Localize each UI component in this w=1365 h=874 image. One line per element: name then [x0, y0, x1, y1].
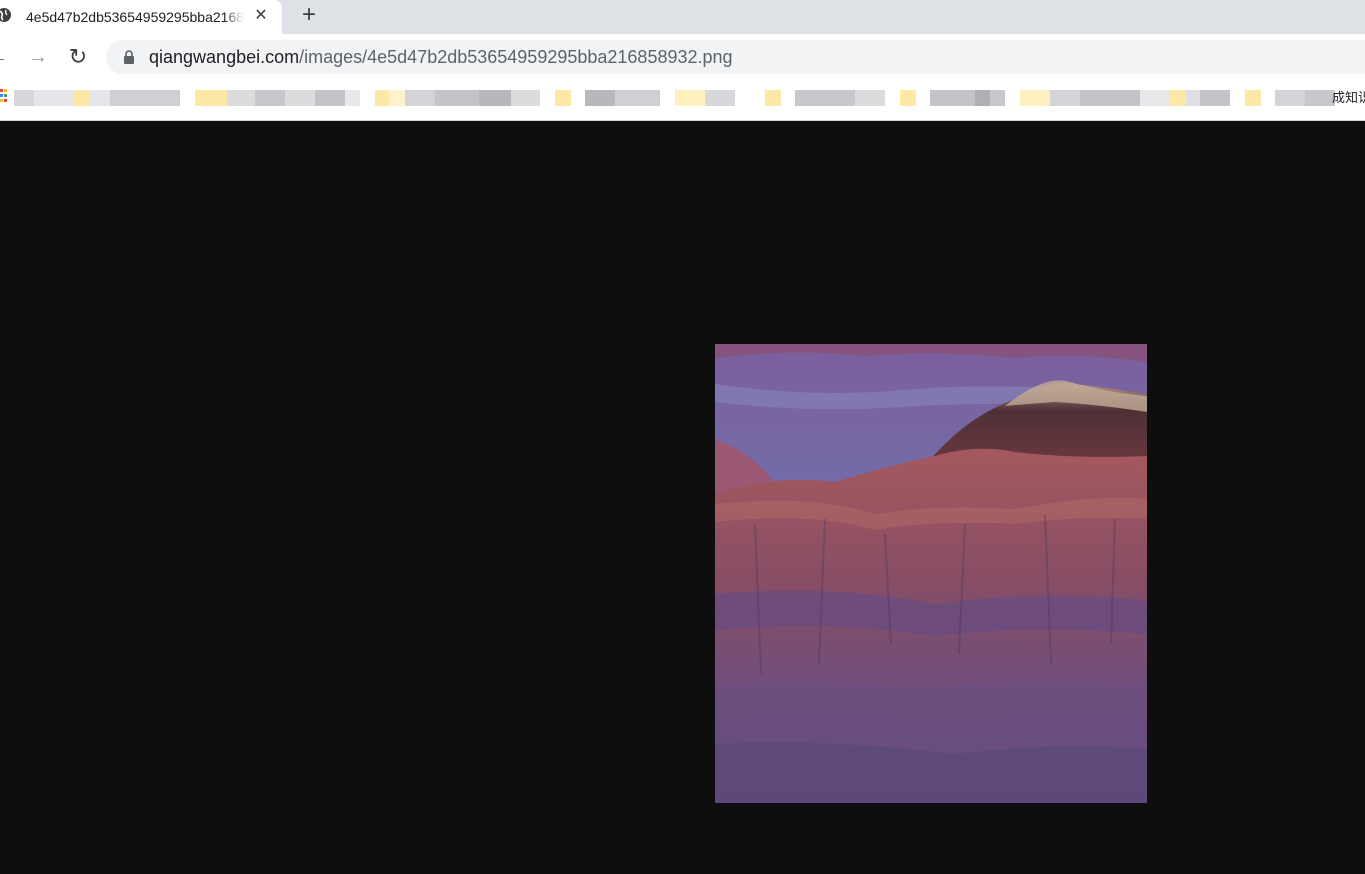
url-text[interactable]: qiangwangbei.com/images/4e5d47b2db536549…: [149, 47, 733, 67]
url-path: /images/4e5d47b2db53654959295bba21685893…: [299, 47, 733, 67]
back-button[interactable]: ←: [0, 45, 10, 69]
lock-icon: [124, 50, 134, 64]
image-viewer-background: [0, 121, 1365, 874]
reload-button[interactable]: ↻: [66, 45, 90, 69]
active-tab[interactable]: 4e5d47b2db53654959295bba216858932.png ✕: [0, 0, 282, 34]
bookmark-item-label[interactable]: 成知识: [1332, 89, 1365, 107]
browser-toolbar: ← → ↻ qiangwangbei.com/images/4e5d47b2db…: [0, 34, 1365, 80]
address-bar[interactable]: qiangwangbei.com/images/4e5d47b2db536549…: [106, 40, 1365, 74]
forward-button[interactable]: →: [26, 45, 50, 69]
bookmark-item[interactable]: [195, 90, 360, 106]
bookmark-item[interactable]: [375, 90, 540, 106]
tab-close-icon[interactable]: ✕: [251, 6, 271, 26]
globe-icon: [0, 8, 11, 22]
bookmark-item[interactable]: [14, 90, 180, 106]
bookmark-item[interactable]: [675, 90, 885, 106]
bookmark-item[interactable]: [1020, 90, 1230, 106]
apps-icon[interactable]: [0, 89, 8, 107]
url-host: qiangwangbei.com: [149, 47, 300, 67]
bookmark-item[interactable]: [555, 90, 660, 106]
bookmarks-bar: [0, 80, 1365, 121]
tab-strip: 4e5d47b2db53654959295bba216858932.png ✕ …: [0, 0, 1365, 34]
tab-title: 4e5d47b2db53654959295bba216858932.png: [26, 7, 244, 27]
bookmark-item[interactable]: [1245, 90, 1335, 106]
canyon-photo[interactable]: [715, 344, 1147, 803]
bookmark-item[interactable]: [900, 90, 1005, 106]
new-tab-button[interactable]: +: [296, 2, 322, 28]
